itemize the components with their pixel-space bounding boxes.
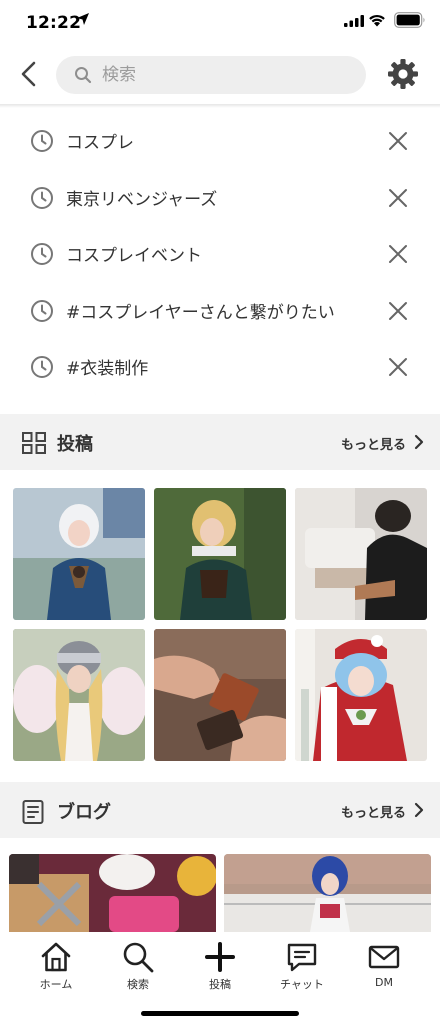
remove-x-icon[interactable] xyxy=(386,355,410,379)
history-label: コスプレイベント xyxy=(66,246,202,266)
remove-x-icon[interactable] xyxy=(386,299,410,323)
status-time: 12:22 xyxy=(26,13,82,33)
tab-label: ホーム xyxy=(39,978,73,991)
clock-icon xyxy=(31,130,53,152)
tab-label: チャット xyxy=(280,978,324,991)
tab-search[interactable]: 検索 xyxy=(98,940,178,1000)
back-arrow-icon[interactable] xyxy=(14,58,44,90)
remove-x-icon[interactable] xyxy=(386,129,410,153)
cosplay-photo xyxy=(295,629,427,761)
clock-icon xyxy=(31,299,53,322)
tab-dm[interactable]: DM xyxy=(344,940,424,1000)
blog-thumbnail[interactable] xyxy=(224,854,431,932)
search-icon xyxy=(123,942,154,973)
cosplay-photo xyxy=(13,629,145,761)
tab-post[interactable]: 投稿 xyxy=(180,940,260,1000)
see-more-link[interactable]: もっと見る xyxy=(341,802,406,821)
history-label: コスプレ xyxy=(66,133,134,153)
clock-icon xyxy=(31,356,53,378)
wifi-icon xyxy=(369,14,385,27)
post-thumbnail[interactable] xyxy=(13,629,145,761)
remove-x-icon[interactable] xyxy=(386,242,410,266)
leather-craft-photo xyxy=(154,629,286,761)
chevron-right-icon[interactable] xyxy=(414,434,424,450)
search-icon xyxy=(75,67,92,84)
document-icon xyxy=(22,800,44,824)
chat-icon xyxy=(287,943,317,972)
posts-section-header: 投稿 もっと見る xyxy=(0,414,440,470)
tab-label: 投稿 xyxy=(209,978,231,991)
history-item[interactable]: コスプレイベント xyxy=(0,226,440,283)
cosplay-photo xyxy=(154,488,286,620)
history-item[interactable]: 東京リベンジャーズ xyxy=(0,170,440,227)
history-label: #衣装制作 xyxy=(66,359,149,379)
search-history-list: コスプレ 東京リベンジャーズ コスプレイベント #コスプレイヤーさんと繋がりたい… xyxy=(0,113,440,396)
post-thumbnail[interactable] xyxy=(295,488,427,620)
search-input[interactable] xyxy=(102,62,352,88)
see-more-link[interactable]: もっと見る xyxy=(341,434,406,453)
tab-chat[interactable]: チャット xyxy=(262,940,342,1000)
chevron-right-icon[interactable] xyxy=(414,802,424,818)
tab-label: 検索 xyxy=(127,978,149,991)
section-title: ブログ xyxy=(57,802,111,823)
tab-home[interactable]: ホーム xyxy=(16,940,96,1000)
status-bar: 12:22 xyxy=(0,0,440,44)
post-thumbnail[interactable] xyxy=(154,488,286,620)
tab-label: DM xyxy=(375,976,393,989)
signal-icon xyxy=(344,15,364,27)
sewing-photo xyxy=(295,488,427,620)
cosplay-photo xyxy=(13,488,145,620)
settings-gear-icon[interactable] xyxy=(387,58,419,90)
clock-icon xyxy=(31,186,53,209)
history-label: #コスプレイヤーさんと繋がりたい xyxy=(66,302,335,323)
blog-section-header: ブログ もっと見る xyxy=(0,782,440,838)
clock-icon xyxy=(31,243,53,265)
cosplay-photo xyxy=(224,854,431,932)
location-arrow-icon xyxy=(77,13,89,25)
header-divider xyxy=(0,104,440,108)
home-indicator xyxy=(141,1011,299,1016)
home-icon xyxy=(41,942,71,972)
history-label: 東京リベンジャーズ xyxy=(66,189,218,210)
mail-icon xyxy=(368,945,400,969)
battery-icon xyxy=(394,12,425,28)
post-thumbnail[interactable] xyxy=(13,488,145,620)
post-thumbnail[interactable] xyxy=(295,629,427,761)
section-title: 投稿 xyxy=(57,434,93,455)
history-item[interactable]: #コスプレイヤーさんと繋がりたい xyxy=(0,283,440,340)
history-item[interactable]: #衣装制作 xyxy=(0,339,440,396)
blog-thumbnail[interactable] xyxy=(9,854,216,932)
remove-x-icon[interactable] xyxy=(386,186,410,210)
post-thumbnail[interactable] xyxy=(154,629,286,761)
plus-icon xyxy=(205,942,235,972)
grid-icon xyxy=(22,432,46,454)
search-header xyxy=(0,44,440,104)
sewing-supplies-photo xyxy=(9,854,216,932)
history-item[interactable]: コスプレ xyxy=(0,113,440,170)
search-bar[interactable] xyxy=(56,56,366,94)
